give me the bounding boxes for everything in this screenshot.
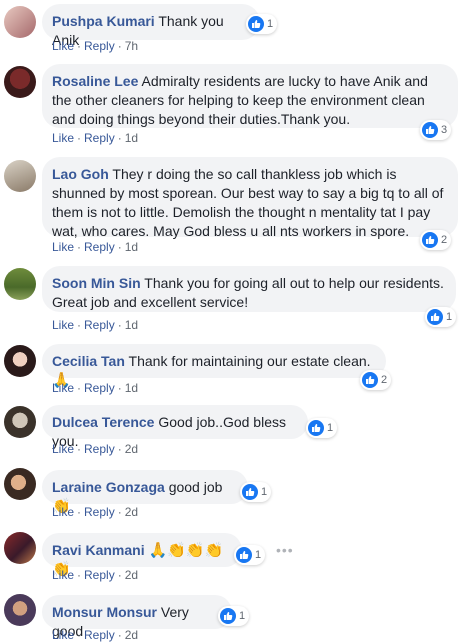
reaction-count[interactable]: 1	[425, 307, 457, 327]
comment-bubble: Lao Goh They r doing the so call thankle…	[42, 157, 458, 239]
like-icon	[362, 372, 378, 388]
avatar[interactable]	[4, 268, 36, 300]
comment-author[interactable]: Rosaline Lee	[52, 73, 138, 89]
avatar[interactable]	[4, 66, 36, 98]
avatar[interactable]	[4, 6, 36, 38]
comment-bubble: Pushpa Kumari Thank you Anik	[42, 4, 260, 48]
reply-link[interactable]: Reply	[84, 628, 115, 642]
comment-author[interactable]: Ravi Kanmani	[52, 542, 145, 558]
avatar[interactable]	[4, 345, 36, 377]
reply-link[interactable]: Reply	[84, 505, 115, 519]
comment-actions: Like · Reply · 7h	[52, 39, 139, 53]
reply-link[interactable]: Reply	[84, 318, 115, 332]
timestamp[interactable]: 1d	[125, 240, 138, 254]
reaction-number: 1	[327, 422, 334, 434]
like-icon	[308, 420, 324, 436]
comment-text: They r doing the so call thankless job w…	[52, 166, 444, 239]
reaction-number: 2	[381, 374, 388, 386]
comment-author[interactable]: Soon Min Sin	[52, 275, 141, 291]
comment-text: good job	[168, 479, 223, 495]
comment-author[interactable]: Laraine Gonzaga	[52, 479, 165, 495]
avatar[interactable]	[4, 406, 36, 438]
timestamp[interactable]: 2d	[125, 505, 138, 519]
like-icon	[422, 232, 438, 248]
like-icon	[248, 16, 264, 32]
timestamp[interactable]: 1d	[125, 381, 138, 395]
reaction-count[interactable]: 1	[234, 545, 266, 565]
like-link[interactable]: Like	[52, 505, 74, 519]
comment-author[interactable]: Pushpa Kumari	[52, 13, 155, 29]
like-icon	[427, 309, 443, 325]
comment-actions: Like · Reply · 2d	[52, 442, 139, 456]
reply-link[interactable]: Reply	[84, 381, 115, 395]
like-link[interactable]: Like	[52, 39, 74, 53]
avatar[interactable]	[4, 594, 36, 626]
comment-bubble: Monsur Monsur Very good	[42, 595, 232, 639]
reply-link[interactable]: Reply	[84, 442, 115, 456]
comment-bubble: Laraine Gonzaga good job 👏	[42, 470, 248, 515]
comment-author[interactable]: Cecilia Tan	[52, 353, 125, 369]
comment-actions: Like · Reply · 1d	[52, 381, 139, 395]
reaction-number: 3	[441, 124, 448, 136]
reply-link[interactable]: Reply	[84, 568, 115, 582]
more-options-icon[interactable]: •••	[276, 542, 294, 558]
reaction-count[interactable]: 3	[420, 120, 452, 140]
like-link[interactable]: Like	[52, 318, 74, 332]
like-link[interactable]: Like	[52, 442, 74, 456]
timestamp[interactable]: 2d	[125, 442, 138, 456]
comment-bubble: Ravi Kanmani 🙏👏👏👏👏	[42, 533, 242, 578]
comment-actions: Like · Reply · 2d	[52, 628, 139, 642]
like-icon	[220, 608, 236, 624]
reaction-number: 1	[446, 311, 453, 323]
timestamp[interactable]: 7h	[125, 39, 138, 53]
comment-author[interactable]: Dulcea Terence	[52, 414, 154, 430]
like-link[interactable]: Like	[52, 240, 74, 254]
comment-bubble: Soon Min Sin Thank you for going all out…	[42, 266, 456, 312]
timestamp[interactable]: 1d	[125, 318, 138, 332]
reaction-count[interactable]: 2	[420, 230, 452, 250]
timestamp[interactable]: 2d	[125, 568, 138, 582]
comment-actions: Like · Reply · 2d	[52, 505, 139, 519]
like-icon	[236, 547, 252, 563]
comment-actions: Like · Reply · 2d	[52, 568, 139, 582]
avatar[interactable]	[4, 160, 36, 192]
like-icon	[422, 122, 438, 138]
reaction-number: 1	[255, 549, 262, 561]
comment-bubble: Dulcea Terence Good job..God bless you.	[42, 405, 308, 449]
reaction-number: 1	[261, 486, 268, 498]
reply-link[interactable]: Reply	[84, 39, 115, 53]
like-link[interactable]: Like	[52, 131, 74, 145]
like-icon	[242, 484, 258, 500]
reaction-count[interactable]: 1	[306, 418, 338, 438]
reaction-number: 2	[441, 234, 448, 246]
comment-author[interactable]: Lao Goh	[52, 166, 109, 182]
comment-actions: Like · Reply · 1d	[52, 318, 139, 332]
like-link[interactable]: Like	[52, 568, 74, 582]
timestamp[interactable]: 2d	[125, 628, 138, 642]
reaction-number: 1	[239, 610, 246, 622]
comment-bubble: Cecilia Tan Thank for maintaining our es…	[42, 344, 386, 389]
reaction-count[interactable]: 1	[246, 14, 278, 34]
comment-bubble: Rosaline Lee Admiralty residents are luc…	[42, 64, 458, 128]
comment-actions: Like · Reply · 1d	[52, 131, 139, 145]
avatar[interactable]	[4, 468, 36, 500]
reaction-count[interactable]: 2	[360, 370, 392, 390]
comment-actions: Like · Reply · 1d	[52, 240, 139, 254]
reaction-count[interactable]: 1	[218, 606, 250, 626]
like-link[interactable]: Like	[52, 381, 74, 395]
comment-text: Thank for maintaining our estate clean.	[128, 353, 371, 369]
reaction-count[interactable]: 1	[240, 482, 272, 502]
reply-link[interactable]: Reply	[84, 131, 115, 145]
avatar[interactable]	[4, 532, 36, 564]
reply-link[interactable]: Reply	[84, 240, 115, 254]
reaction-number: 1	[267, 18, 274, 30]
timestamp[interactable]: 1d	[125, 131, 138, 145]
like-link[interactable]: Like	[52, 628, 74, 642]
comment-author[interactable]: Monsur Monsur	[52, 604, 157, 620]
